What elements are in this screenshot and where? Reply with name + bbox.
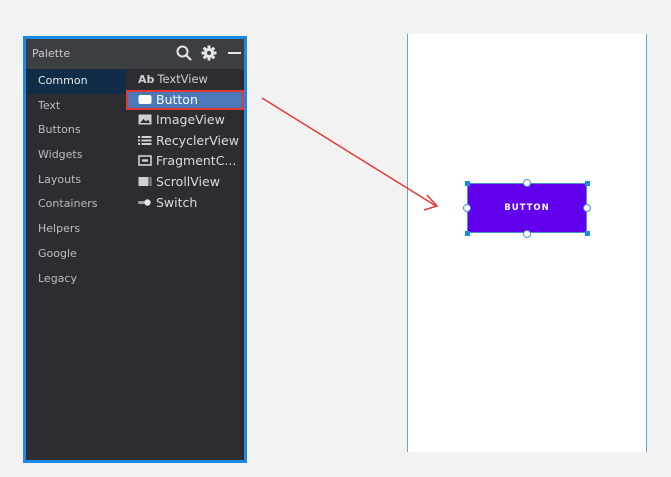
palette-widget-list: Ab TextView Button ImageView RecyclerView… [126,69,244,460]
constraint-handle-bottom[interactable] [523,230,531,238]
design-button[interactable]: BUTTON [467,184,587,233]
constraint-handle-top[interactable] [523,179,531,187]
category-helpers[interactable]: Helpers [26,217,126,242]
design-canvas[interactable] [407,34,647,452]
category-widgets[interactable]: Widgets [26,143,126,168]
resize-handle-bottom-right[interactable] [585,231,590,236]
list-icon [138,135,152,146]
widget-scrollview[interactable]: ScrollView [126,172,244,193]
button-icon [138,94,152,105]
widget-fragmentcontainer[interactable]: FragmentC... [126,151,244,172]
switch-icon [138,197,152,208]
widget-label: ScrollView [156,173,220,189]
resize-handle-top-left[interactable] [465,181,470,186]
category-containers[interactable]: Containers [26,192,126,217]
widget-imageview[interactable]: ImageView [126,110,244,131]
image-icon [138,114,152,125]
ab-icon: Ab [138,73,155,86]
widget-recyclerview[interactable]: RecyclerView [126,131,244,152]
widget-textview[interactable]: Ab TextView [126,69,244,90]
palette-categories: Common Text Buttons Widgets Layouts Cont… [26,69,126,460]
widget-label: Switch [156,194,198,210]
widget-label: RecyclerView [156,132,239,148]
widget-label: Button [156,91,198,107]
category-text[interactable]: Text [26,94,126,119]
constraint-handle-right[interactable] [583,204,591,212]
category-google[interactable]: Google [26,242,126,267]
minimize-icon[interactable] [224,43,244,63]
category-layouts[interactable]: Layouts [26,168,126,193]
resize-handle-top-right[interactable] [585,181,590,186]
search-icon[interactable] [174,43,194,63]
category-legacy[interactable]: Legacy [26,267,126,292]
gear-icon[interactable] [199,43,219,63]
fragment-icon [138,155,152,167]
constraint-handle-left[interactable] [463,204,471,212]
widget-label: FragmentC... [156,153,237,169]
palette-header: Palette [26,39,244,69]
widget-button[interactable]: Button [126,89,244,111]
category-common[interactable]: Common [26,69,126,94]
scroll-icon [138,176,152,187]
category-buttons[interactable]: Buttons [26,118,126,143]
widget-label: ImageView [156,112,225,128]
widget-label: TextView [157,72,208,86]
palette-title: Palette [32,47,71,60]
palette-panel: Palette Common Text Buttons Widgets Layo… [23,36,247,463]
widget-switch[interactable]: Switch [126,193,244,214]
resize-handle-bottom-left[interactable] [465,231,470,236]
